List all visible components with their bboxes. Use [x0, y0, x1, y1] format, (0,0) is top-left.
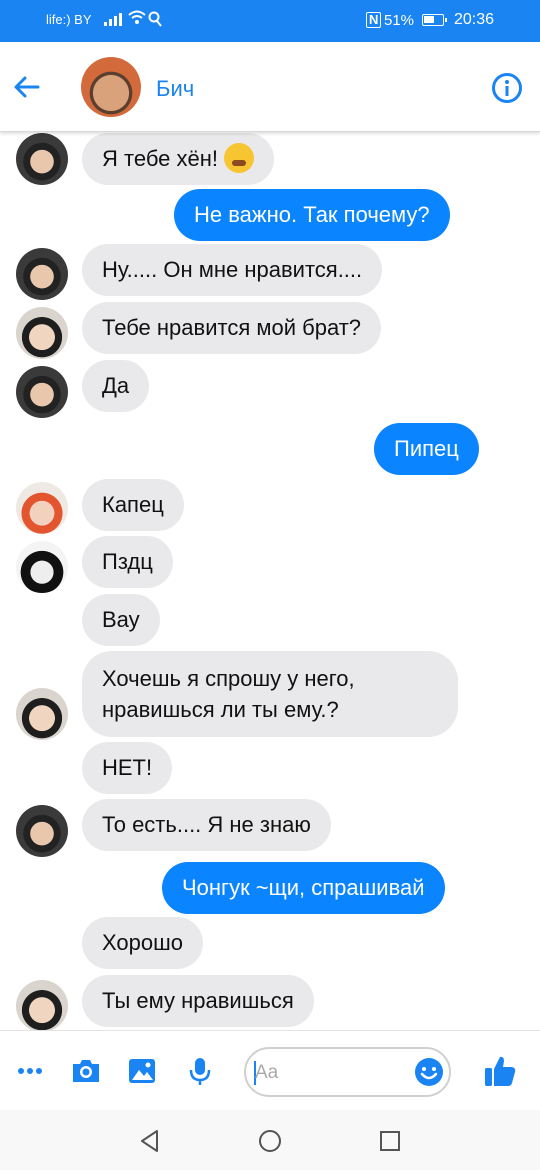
nav-recents-icon[interactable]	[377, 1128, 403, 1154]
message-incoming[interactable]: Ты ему нравишься	[82, 975, 314, 1027]
message-incoming[interactable]: Хорошо	[82, 917, 204, 969]
message-text: Не важно. Так почему?	[194, 202, 430, 227]
camera-icon[interactable]	[70, 1055, 102, 1087]
clock: 20:36	[454, 11, 495, 28]
battery-icon	[422, 14, 447, 26]
arrow-left-icon[interactable]	[12, 72, 42, 102]
signal-icon	[104, 12, 122, 26]
nav-back-icon[interactable]	[137, 1128, 163, 1154]
message-incoming[interactable]: Ну..... Он мне нравится....	[82, 244, 383, 296]
chat-header: Бич	[0, 42, 540, 132]
battery-percent: 51%	[384, 12, 415, 29]
message-text: Вау	[102, 607, 140, 632]
more-icon[interactable]	[14, 1055, 46, 1087]
nav-home-icon[interactable]	[257, 1128, 283, 1154]
message-incoming[interactable]: Я тебе хён!	[82, 133, 275, 185]
message-text: Чонгук ~щи, спрашивай	[182, 875, 425, 900]
message-text: Да	[102, 373, 130, 398]
contact-name[interactable]: Бич	[156, 76, 194, 102]
message-incoming[interactable]: НЕТ!	[82, 742, 173, 794]
sender-avatar[interactable]	[16, 366, 68, 418]
message-list[interactable]: Я тебе хён! Не важно. Так почему? Ну....…	[0, 132, 540, 1030]
system-nav-bar	[0, 1110, 540, 1170]
message-text: Хорошо	[102, 930, 184, 955]
info-icon[interactable]	[491, 72, 523, 104]
composer-bar: Aa	[0, 1030, 540, 1110]
sender-avatar[interactable]	[16, 133, 68, 185]
message-incoming[interactable]: Пздц	[82, 536, 173, 588]
status-bar: life:) BY N 51% 20:36	[0, 0, 540, 42]
message-incoming[interactable]: Да	[82, 360, 150, 412]
message-text: НЕТ!	[102, 755, 153, 780]
message-text: Хочешь я спрошу у него, нравишься ли ты …	[102, 666, 355, 722]
sender-avatar[interactable]	[16, 541, 68, 593]
like-icon[interactable]	[482, 1053, 518, 1089]
emoji-icon[interactable]	[414, 1057, 444, 1087]
sender-avatar[interactable]	[16, 805, 68, 857]
message-text: Ну..... Он мне нравится....	[102, 257, 363, 282]
message-incoming[interactable]: Вау	[82, 594, 160, 646]
message-text: Пипец	[394, 436, 459, 461]
sender-avatar[interactable]	[16, 980, 68, 1030]
contact-avatar[interactable]	[81, 57, 141, 117]
carrier-label: life:) BY	[46, 12, 92, 27]
message-incoming[interactable]: Тебе нравится мой брат?	[82, 302, 382, 354]
sender-avatar[interactable]	[16, 307, 68, 359]
message-text: Пздц	[102, 549, 153, 574]
message-placeholder: Aa	[255, 1062, 279, 1083]
message-incoming[interactable]: Хочешь я спрошу у него, нравишься ли ты …	[82, 651, 458, 737]
wifi-icon	[128, 10, 146, 24]
message-outgoing[interactable]: Пипец	[374, 423, 479, 475]
message-incoming[interactable]: Капец	[82, 479, 184, 531]
search-icon	[148, 11, 162, 27]
nfc-icon: N	[366, 12, 382, 28]
image-icon[interactable]	[126, 1055, 158, 1087]
message-text: То есть.... Я не знаю	[102, 812, 311, 837]
sender-avatar[interactable]	[16, 688, 68, 740]
message-input[interactable]: Aa	[244, 1047, 451, 1097]
sender-avatar[interactable]	[16, 248, 68, 300]
message-incoming[interactable]: То есть.... Я не знаю	[82, 799, 331, 851]
microphone-icon[interactable]	[184, 1055, 216, 1087]
message-outgoing[interactable]: Не важно. Так почему?	[174, 189, 450, 241]
message-text: Тебе нравится мой брат?	[102, 315, 362, 340]
tired-face-emoji	[224, 143, 255, 174]
message-outgoing[interactable]: Чонгук ~щи, спрашивай	[162, 862, 445, 914]
message-text: Ты ему нравишься	[102, 988, 294, 1013]
message-text: Я тебе хён!	[102, 146, 219, 171]
sender-avatar[interactable]	[16, 482, 68, 534]
message-text: Капец	[102, 492, 164, 517]
